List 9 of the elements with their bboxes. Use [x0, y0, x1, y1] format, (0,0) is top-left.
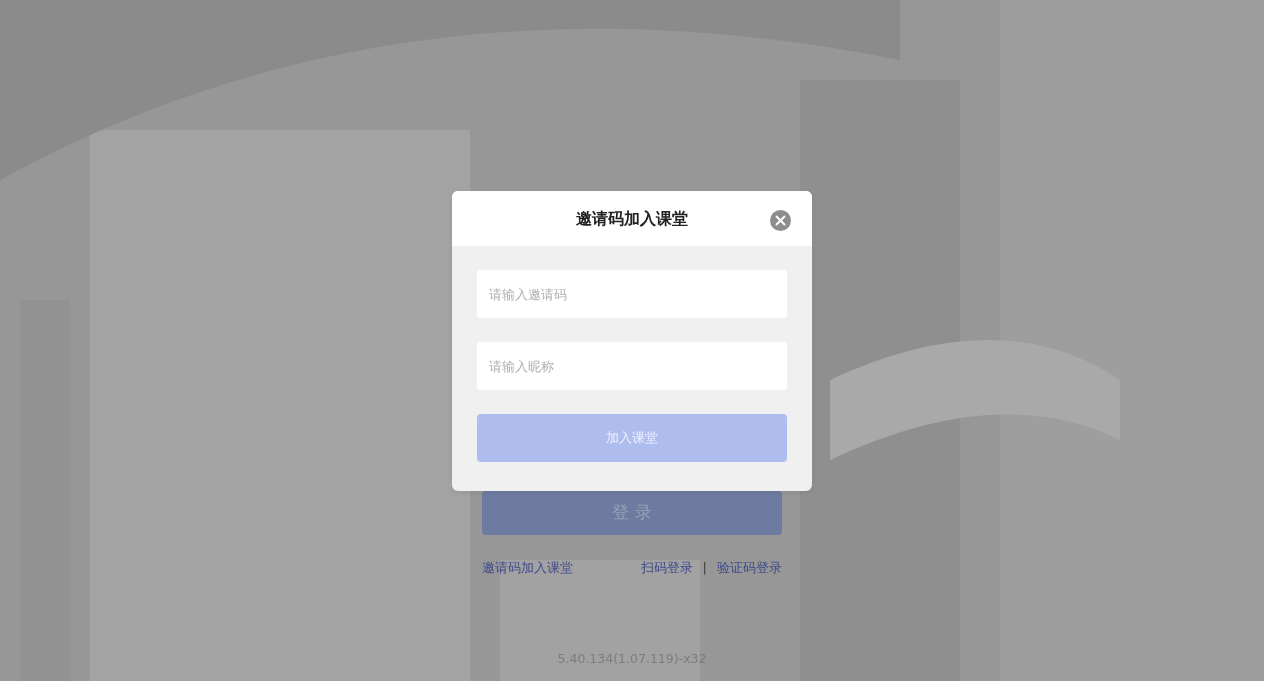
qr-login-link[interactable]: 扫码登录 [640, 558, 693, 578]
invite-link[interactable]: 邀请码加入课堂 [482, 558, 573, 578]
separator: | [702, 559, 707, 577]
nickname-field[interactable]: 请输入昵称 [477, 342, 787, 390]
dialog-title: 邀请码加入课堂 [576, 207, 688, 230]
code-login-link[interactable]: 验证码登录 [717, 558, 782, 578]
close-button[interactable] [770, 208, 791, 229]
invite-code-field[interactable]: 请输入邀请码 [477, 270, 787, 318]
close-icon [770, 210, 791, 231]
